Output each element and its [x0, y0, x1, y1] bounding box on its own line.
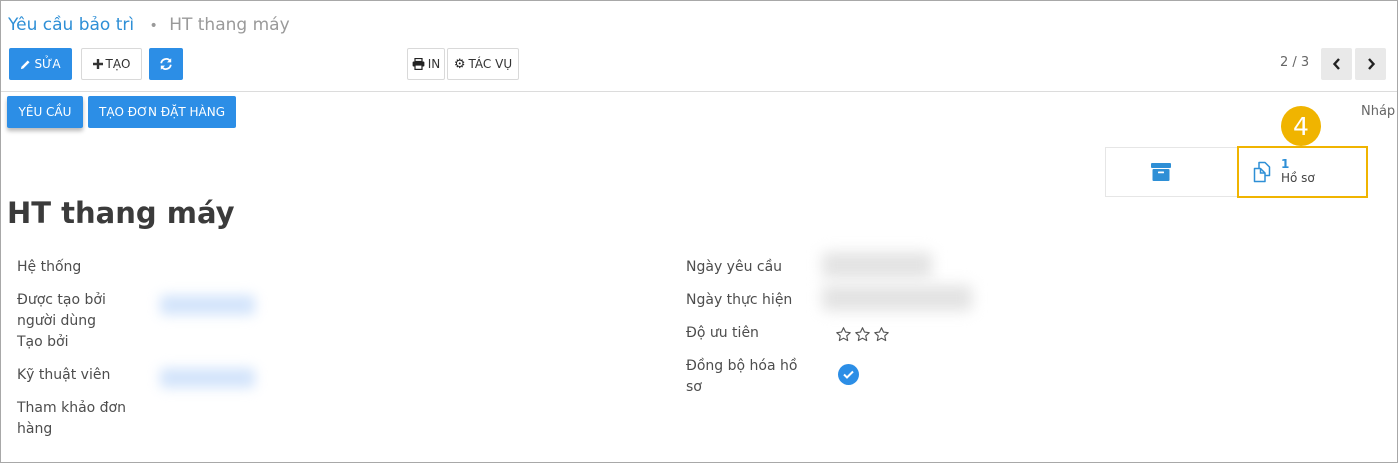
documents-label: Hồ sơ: [1281, 171, 1315, 185]
chevron-left-icon: [1332, 58, 1342, 70]
priority-star-1-icon[interactable]: [835, 326, 852, 343]
pager-value: 2 / 3: [1280, 55, 1310, 70]
print-button-label: IN: [427, 57, 441, 71]
field-label-system: Hệ thống: [17, 259, 82, 275]
priority-star-3-icon[interactable]: [873, 326, 890, 343]
status-stage-draft[interactable]: Nháp: [1361, 104, 1395, 119]
field-label-priority: Độ ưu tiên: [686, 325, 759, 341]
pager-next-button[interactable]: [1355, 48, 1386, 80]
execution-date-field[interactable]: [822, 285, 972, 311]
field-label-order-reference: Tham khảo đơn hàng: [17, 400, 126, 437]
field-label-sync-documents: Đồng bộ hóa hồ sơ: [686, 358, 798, 395]
field-label-request-date: Ngày yêu cầu: [686, 259, 783, 275]
refresh-icon: [159, 57, 173, 71]
edit-button[interactable]: SỬA: [9, 48, 72, 80]
breadcrumb-separator: •: [149, 18, 158, 34]
archive-button[interactable]: [1106, 148, 1236, 196]
field-label-created-by: Tạo bởi: [17, 334, 69, 350]
control-panel-divider: [1, 91, 1397, 92]
technician-field[interactable]: [160, 368, 255, 388]
print-button[interactable]: IN: [407, 48, 445, 80]
create-purchase-order-button[interactable]: TẠO ĐƠN ĐẶT HÀNG: [88, 96, 236, 128]
printer-icon: [412, 58, 425, 70]
priority-stars: [835, 326, 890, 343]
documents-smart-button[interactable]: 1 Hồ sơ: [1237, 146, 1368, 198]
breadcrumb-parent-link[interactable]: Yêu cầu bảo trì: [8, 15, 134, 35]
gear-icon: ⚙: [453, 56, 466, 72]
refresh-button[interactable]: [149, 48, 183, 80]
plus-icon: [92, 59, 103, 69]
documents-icon: [1251, 161, 1273, 183]
breadcrumb: Yêu cầu bảo trì • HT thang máy: [8, 15, 290, 35]
step-callout-badge: 4: [1281, 106, 1321, 146]
documents-count: 1: [1281, 157, 1290, 171]
request-button[interactable]: YÊU CẦU: [7, 96, 83, 128]
breadcrumb-current: HT thang máy: [169, 15, 290, 35]
field-label-technician: Kỹ thuật viên: [17, 367, 111, 383]
create-button[interactable]: TẠO: [81, 48, 142, 80]
sync-documents-checkbox[interactable]: [838, 364, 859, 385]
chevron-right-icon: [1366, 58, 1376, 70]
check-icon: [843, 370, 854, 379]
pager-previous-button[interactable]: [1321, 48, 1352, 80]
field-label-created-by-user: Được tạo bởi người dùng: [17, 292, 106, 329]
edit-button-label: SỬA: [34, 57, 61, 71]
priority-star-2-icon[interactable]: [854, 326, 871, 343]
create-button-label: TẠO: [105, 57, 131, 71]
field-label-execution-date: Ngày thực hiện: [686, 292, 793, 308]
pencil-icon: [20, 59, 31, 70]
archive-icon: [1151, 163, 1171, 181]
created-by-user-field[interactable]: [160, 295, 255, 315]
action-button[interactable]: ⚙ TÁC VỤ: [447, 48, 519, 80]
action-button-label: TÁC VỤ: [468, 57, 513, 71]
record-title: HT thang máy: [7, 196, 235, 230]
request-date-field[interactable]: [822, 252, 932, 278]
